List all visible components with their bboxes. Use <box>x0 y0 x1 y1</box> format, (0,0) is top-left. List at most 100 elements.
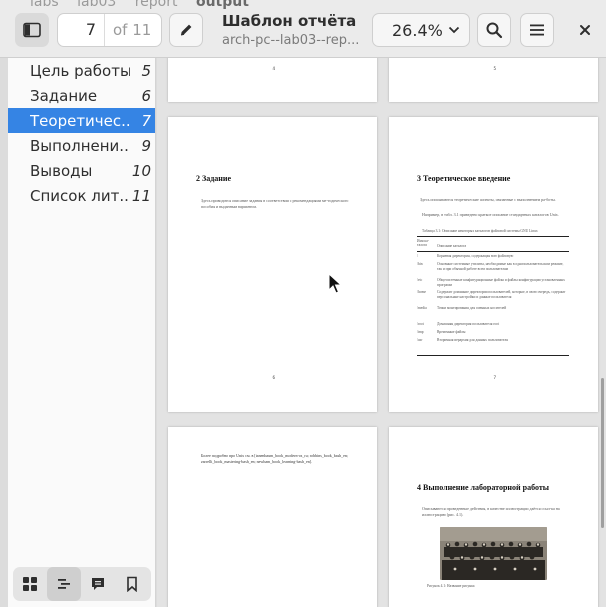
page-body-text: Здесь описываются теоретические аспекты,… <box>420 197 556 202</box>
outline-item-label: Выполнени... <box>30 136 130 155</box>
table-rule <box>417 355 569 356</box>
chevron-down-icon <box>448 26 460 34</box>
outline-item-page: 10 <box>131 161 151 180</box>
thumbnails-icon[interactable] <box>13 567 47 601</box>
breadcrumb-segment: lab03 <box>77 0 117 10</box>
table-cell-desc: Основные системные утилиты, необходимые … <box>437 262 564 271</box>
page-9[interactable]: 4 Выполнение лабораторной работы Описыва… <box>389 427 598 607</box>
table-cell-desc: Вторичная иерархия для данных пользовате… <box>437 338 508 342</box>
outline-icon[interactable] <box>47 567 81 601</box>
annotations-icon[interactable] <box>81 567 115 601</box>
sidebar-toggle-button[interactable] <box>15 13 49 47</box>
page-7[interactable]: 3 Теоретическое введение Здесь описывают… <box>389 117 598 412</box>
table-header-row: Имя ка-талога Описание каталога <box>417 239 569 251</box>
page-number-field[interactable]: 7 of 11 <box>57 13 162 47</box>
page-body-text: Описываются проведенные действия, в каче… <box>422 506 560 517</box>
table-cell-name: /home <box>417 290 426 294</box>
figure-image <box>440 527 547 580</box>
outline-item[interactable]: Цель работы 5 <box>8 58 155 83</box>
table-caption: Таблица 3.1: Описание некоторых каталого… <box>422 229 538 233</box>
main-menu-button[interactable] <box>520 13 554 47</box>
outline-item-label: Теоретичес... <box>30 111 130 130</box>
outline-item[interactable]: Теоретичес... 7 <box>8 108 155 133</box>
zoom-value: 26.4% <box>392 20 443 40</box>
document-viewer-window: 4 5 2 Задание Здесь приводится описание … <box>0 0 606 607</box>
header-bar: labs lab03 report output 7 of 11 Шаблон … <box>0 0 606 58</box>
document-title: Шаблон отчёта ... <box>222 12 362 30</box>
table-rule <box>417 251 569 252</box>
table-row: /etc Общесистемные конфигурационные файлы… <box>417 278 569 287</box>
table-cell-desc: Общесистемные конфигурационные файлы и ф… <box>437 278 565 287</box>
page-5[interactable]: 5 <box>389 58 598 102</box>
directory-table: Имя ка-талога Описание каталога / Корнева… <box>417 236 569 357</box>
page-count-label: of 11 <box>113 21 152 39</box>
table-cell-desc: Точки монтирования для сменных носителей <box>437 306 507 310</box>
page-heading: 4 Выполнение лабораторной работы <box>417 483 550 492</box>
table-header-cell: Имя ка-талога <box>417 239 429 247</box>
table-cell-desc: Корневая директория, содержащая всю файл… <box>437 254 514 258</box>
table-cell-desc: Домашняя директория пользователя root <box>437 322 500 326</box>
sidebar: Цель работы 5 Задание 6 Теоретичес... 7 Выполн… <box>8 58 156 607</box>
page-number: 7 <box>493 375 497 380</box>
outline-item-label: Задание <box>30 86 98 105</box>
sidebar-view-switcher <box>13 567 151 601</box>
table-cell-name: /bin <box>417 262 423 266</box>
mouse-pointer-icon <box>328 273 342 294</box>
pencil-icon <box>180 24 192 36</box>
table-cell-name: /etc <box>417 278 423 282</box>
table-row: /usr Вторичная иерархия для данных пользо… <box>417 338 569 346</box>
table-cell-name: /media <box>417 306 427 310</box>
outline-item-page: 9 <box>141 136 151 155</box>
page-body-text: Более подробно про Unix см. в [tanenbaum… <box>201 453 349 464</box>
search-icon <box>486 22 503 39</box>
vertical-scrollbar[interactable] <box>601 378 604 528</box>
page-4[interactable]: 4 <box>168 58 377 102</box>
background-breadcrumb: labs lab03 report output <box>30 0 263 10</box>
outline-item-label: Цель работы <box>30 61 130 80</box>
document-filename: arch-pc--lab03--rep... <box>222 33 360 48</box>
table-row: /tmp Временные файлы <box>417 330 569 338</box>
page-number: 6 <box>272 375 276 380</box>
search-button[interactable] <box>477 13 511 47</box>
outline-item-page: 5 <box>141 61 151 80</box>
table-row: /media Точки монтирования для сменных нос… <box>417 306 569 314</box>
page-number: 5 <box>493 66 497 71</box>
table-rule <box>417 236 569 237</box>
hamburger-menu-icon <box>530 24 544 36</box>
table-cell-desc: Временные файлы <box>437 330 466 334</box>
outline-item-page: 11 <box>131 186 151 205</box>
annotate-button[interactable] <box>169 13 203 47</box>
bookmarks-icon[interactable] <box>115 567 149 601</box>
page-heading: 2 Задание <box>196 174 232 183</box>
table-row: /home Содержит домашние директории пользо… <box>417 290 569 299</box>
outline-item[interactable]: Выполнени... 9 <box>8 133 155 158</box>
page-body-text: Здесь приводится описание задания в соот… <box>201 198 349 209</box>
page-heading: 3 Теоретическое введение <box>417 174 511 183</box>
current-page-input[interactable]: 7 <box>58 14 105 46</box>
breadcrumb-segment: report <box>134 0 178 10</box>
zoom-dropdown[interactable]: 26.4% <box>372 13 470 47</box>
table-row: /bin Основные системные утилиты, необходи… <box>417 262 569 271</box>
outline-item-label: Список лит... <box>30 186 130 205</box>
outline-item[interactable]: Задание 6 <box>8 83 155 108</box>
table-cell-name: /tmp <box>417 330 424 334</box>
page-8[interactable]: Более подробно про Unix см. в [tanenbaum… <box>168 427 377 607</box>
figure-caption: Рисунок 4.1: Название рисунка <box>427 584 475 588</box>
table-cell-name: / <box>417 254 418 258</box>
outline-item-page: 7 <box>141 111 151 130</box>
outline-item-page: 6 <box>141 86 151 105</box>
page-6[interactable]: 2 Задание Здесь приводится описание зада… <box>168 117 377 412</box>
close-button[interactable] <box>568 13 602 47</box>
close-icon <box>580 25 590 35</box>
table-row: / Корневая директория, содержащая всю фай… <box>417 254 569 262</box>
breadcrumb-segment: labs <box>30 0 59 10</box>
sidebar-toggle-icon <box>23 22 41 38</box>
table-header-cell: Описание каталога <box>437 244 467 248</box>
table-cell-desc: Содержит домашние директории пользовател… <box>437 290 566 299</box>
outline-item[interactable]: Список лит... 11 <box>8 183 155 208</box>
document-view[interactable]: 4 5 2 Задание Здесь приводится описание … <box>157 58 606 607</box>
outline-item[interactable]: Выводы 10 <box>8 158 155 183</box>
outline-list: Цель работы 5 Задание 6 Теоретичес... 7 Выполн… <box>8 58 155 208</box>
outline-item-label: Выводы <box>30 161 93 180</box>
breadcrumb-segment: output <box>195 0 249 10</box>
